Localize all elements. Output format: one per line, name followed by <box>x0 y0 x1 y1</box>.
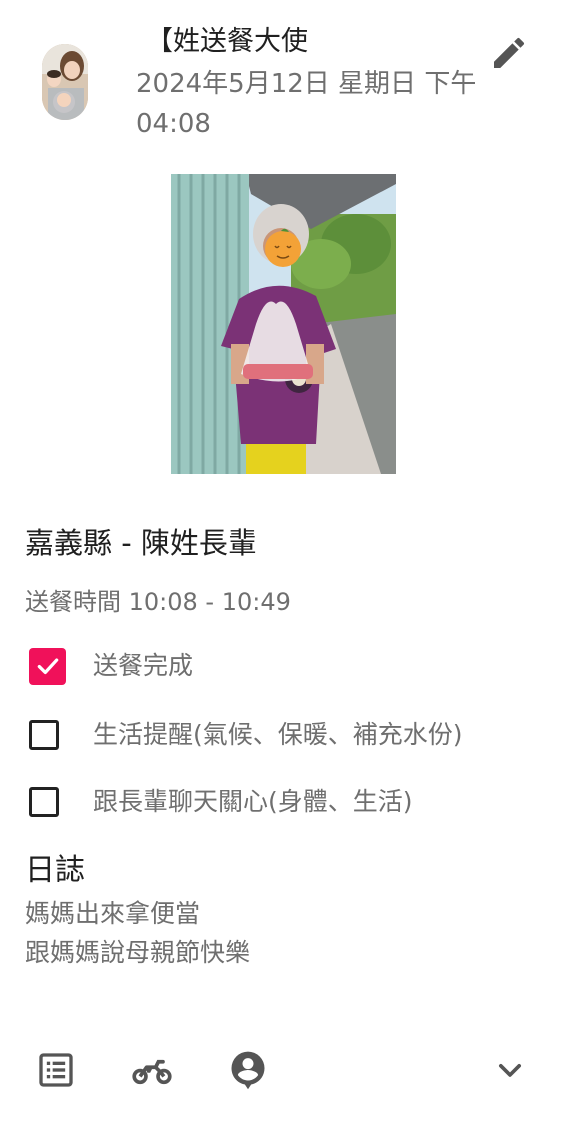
avatar[interactable] <box>42 44 88 120</box>
motorcycle-icon <box>132 1059 172 1085</box>
log-line: 跟媽媽說母親節快樂 <box>25 938 251 967</box>
log-heading: 日誌 <box>25 853 85 888</box>
meal-delivery-time: 送餐時間 10:08 - 10:49 <box>25 588 291 616</box>
edit-button[interactable] <box>486 30 532 76</box>
person-location-button[interactable] <box>226 1048 270 1092</box>
checklist-label: 送餐完成 <box>93 651 194 680</box>
visit-title: 嘉義縣 - 陳姓長輩 <box>25 526 257 560</box>
list-icon <box>39 1053 73 1087</box>
checklist-label: 生活提醒(氣候、保暖、補充水份) <box>93 720 463 749</box>
author-name: 【姓送餐大使 <box>146 26 308 57</box>
checklist-item-meal-delivered[interactable]: 送餐完成 <box>29 646 193 686</box>
chevron-down-icon <box>499 1064 521 1077</box>
pencil-icon <box>494 37 525 68</box>
checklist-label: 跟長輩聊天關心(身體、生活) <box>93 787 413 816</box>
checked-checkbox[interactable] <box>29 647 66 685</box>
person-pin-icon <box>231 1051 265 1090</box>
delivery-button[interactable] <box>130 1048 174 1092</box>
log-line: 媽媽出來拿便當 <box>25 899 201 928</box>
delivery-photo[interactable] <box>171 174 396 474</box>
unchecked-checkbox[interactable] <box>29 720 59 750</box>
unchecked-checkbox[interactable] <box>29 787 59 817</box>
checklist-item-life-reminder[interactable]: 生活提醒(氣候、保暖、補充水份) <box>29 715 463 755</box>
checklist-item-chat-care[interactable]: 跟長輩聊天關心(身體、生活) <box>29 782 413 822</box>
post-timestamp: 2024年5月12日 星期日 下午04:08 <box>136 69 477 139</box>
avatar-photo <box>42 44 88 120</box>
list-button[interactable] <box>34 1048 78 1092</box>
checkmark-icon <box>37 658 58 675</box>
delivery-photo-image <box>171 174 396 474</box>
expand-button[interactable] <box>488 1048 532 1092</box>
